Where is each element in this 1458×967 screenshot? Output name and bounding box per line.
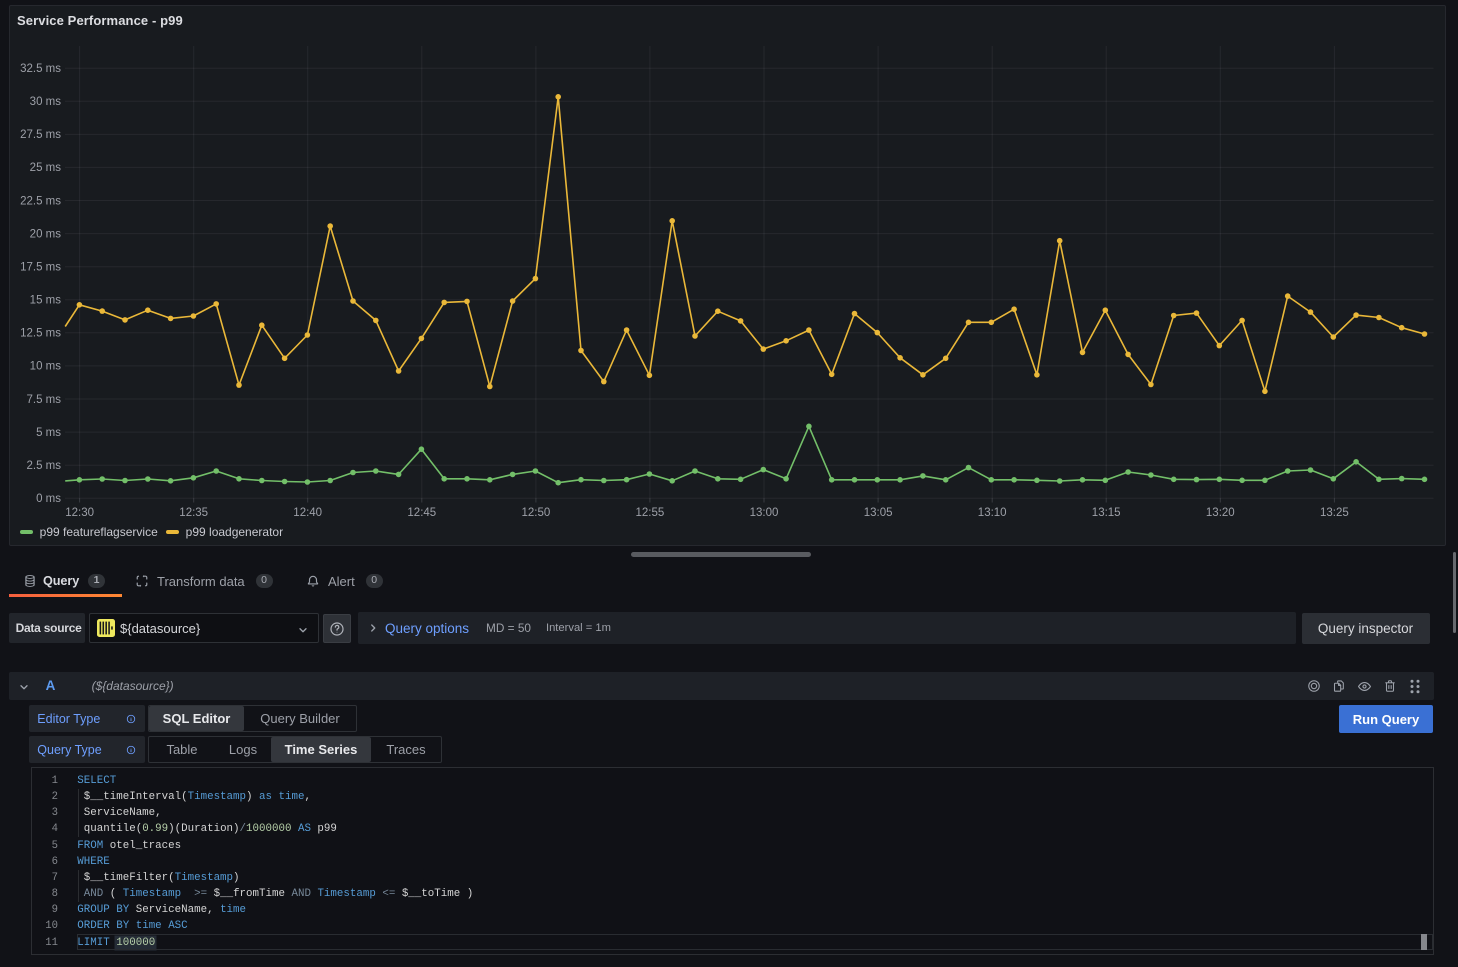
svg-text:12:40: 12:40 (293, 507, 322, 519)
svg-text:13:10: 13:10 (978, 507, 1007, 519)
svg-text:15 ms: 15 ms (30, 295, 62, 307)
svg-text:32.5 ms: 32.5 ms (20, 63, 61, 75)
svg-text:13:20: 13:20 (1206, 507, 1235, 519)
svg-text:13:00: 13:00 (750, 507, 779, 519)
svg-text:25 ms: 25 ms (30, 162, 62, 174)
svg-text:17.5 ms: 17.5 ms (20, 262, 61, 274)
svg-text:0 ms: 0 ms (36, 493, 61, 505)
svg-text:20 ms: 20 ms (30, 228, 62, 240)
svg-text:12:35: 12:35 (179, 507, 208, 519)
svg-text:27.5 ms: 27.5 ms (20, 129, 61, 141)
svg-text:13:25: 13:25 (1320, 507, 1349, 519)
svg-text:22.5 ms: 22.5 ms (20, 195, 61, 207)
svg-text:12:45: 12:45 (407, 507, 436, 519)
svg-text:12.5 ms: 12.5 ms (20, 328, 61, 340)
svg-text:30 ms: 30 ms (30, 96, 62, 108)
svg-text:5 ms: 5 ms (36, 427, 61, 439)
svg-text:12:55: 12:55 (636, 507, 665, 519)
svg-text:12:50: 12:50 (522, 507, 551, 519)
svg-text:10 ms: 10 ms (30, 361, 62, 373)
svg-text:12:30: 12:30 (65, 507, 94, 519)
svg-text:13:05: 13:05 (864, 507, 893, 519)
svg-text:13:15: 13:15 (1092, 507, 1121, 519)
svg-text:2.5 ms: 2.5 ms (26, 460, 61, 472)
svg-text:7.5 ms: 7.5 ms (26, 394, 61, 406)
